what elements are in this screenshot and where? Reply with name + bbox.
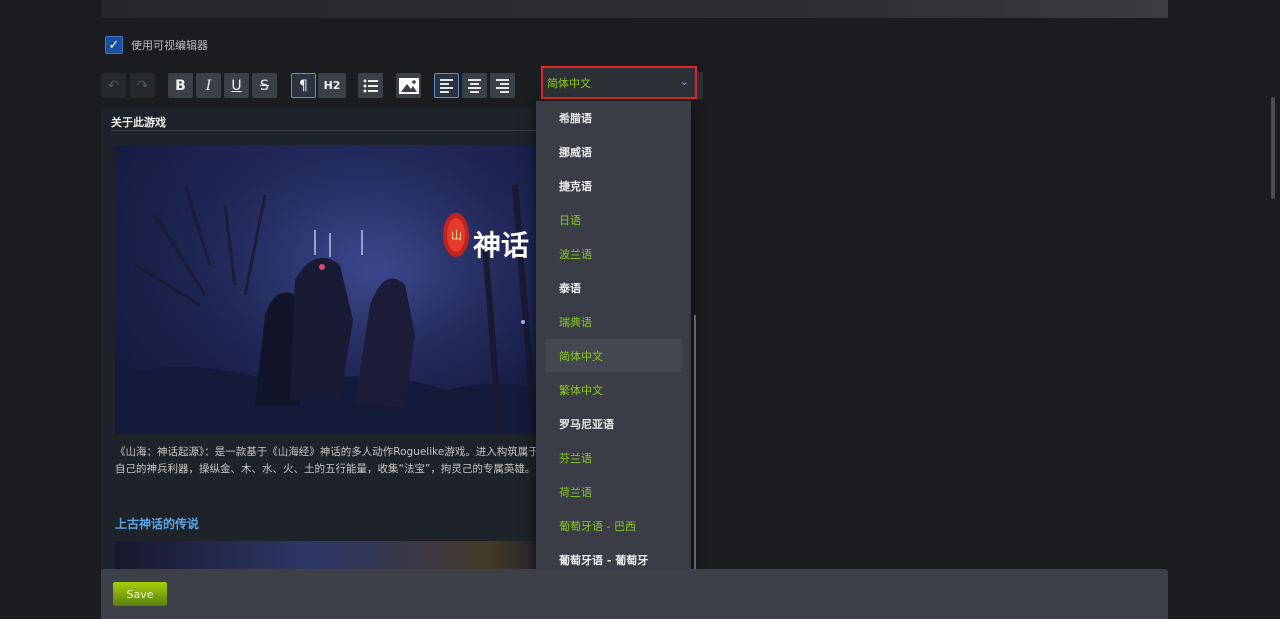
- strikethrough-button[interactable]: S: [252, 73, 277, 98]
- insert-image-button[interactable]: [396, 73, 421, 98]
- image-icon: [398, 77, 419, 94]
- hero-scene-icon: 山 神话: [115, 145, 546, 434]
- undo-button[interactable]: ↶: [101, 73, 126, 98]
- language-option[interactable]: 繁体中文: [546, 373, 682, 406]
- bottom-action-bar: Save: [101, 569, 1168, 619]
- bullet-list-button[interactable]: [358, 73, 383, 98]
- checkmark-icon: ✓: [108, 37, 120, 53]
- language-option[interactable]: 葡萄牙语 - 巴西: [546, 509, 682, 542]
- bold-button[interactable]: B: [168, 73, 193, 98]
- visual-editor-label: 使用可视编辑器: [131, 39, 208, 52]
- language-option[interactable]: 瑞典语: [546, 305, 682, 338]
- top-panel: [101, 0, 1168, 18]
- select-background: [697, 72, 703, 99]
- hero-logo-text: 神话: [473, 229, 529, 262]
- svg-text:山: 山: [451, 229, 462, 242]
- section-title: 关于此游戏: [111, 116, 166, 129]
- language-option[interactable]: 日语: [546, 203, 682, 236]
- visual-editor-option: ✓ 使用可视编辑器: [105, 36, 208, 54]
- bold-icon: B: [175, 77, 186, 94]
- align-right-icon: [496, 78, 509, 93]
- undo-icon: ↶: [107, 77, 120, 94]
- bullet-list-icon: [363, 79, 378, 92]
- page-scrollbar[interactable]: [1271, 97, 1275, 199]
- align-center-button[interactable]: [462, 73, 487, 98]
- language-option[interactable]: 泰语: [546, 271, 682, 304]
- language-option[interactable]: 简体中文: [546, 339, 682, 372]
- align-left-icon: [440, 78, 453, 93]
- game-description: 《山海：神话起源》：是一款基于《山海经》神话的多人动作Roguelike游戏。进…: [115, 446, 539, 475]
- section-subheading: 上古神话的传说: [115, 517, 200, 531]
- align-left-button[interactable]: [434, 73, 459, 98]
- align-right-button[interactable]: [490, 73, 515, 98]
- language-option[interactable]: 波兰语: [546, 237, 682, 270]
- section-divider: [111, 130, 546, 131]
- visual-editor-checkbox[interactable]: ✓: [105, 36, 123, 54]
- language-option[interactable]: 挪威语: [546, 135, 682, 168]
- heading2-button[interactable]: H2: [318, 73, 346, 98]
- redo-button[interactable]: ↷: [130, 73, 155, 98]
- language-option[interactable]: 希腊语: [546, 101, 682, 134]
- h2-label: H2: [323, 79, 341, 92]
- align-center-icon: [468, 78, 481, 93]
- paragraph-button[interactable]: ¶: [291, 73, 316, 98]
- game-hero-image: 山 神话: [115, 145, 546, 434]
- chevron-down-icon: ⌄: [679, 75, 689, 88]
- language-option[interactable]: 芬兰语: [546, 441, 682, 474]
- redo-icon: ↷: [136, 77, 149, 94]
- content-editor[interactable]: 关于此游戏 山 神话 《山海：神话起源》：是一款基于《山海经》神话的多人动作Ro…: [101, 108, 546, 578]
- underline-icon: U: [231, 77, 242, 94]
- dropdown-scrollbar[interactable]: [694, 315, 696, 589]
- strikethrough-icon: S: [260, 77, 269, 94]
- language-select[interactable]: 简体中文 ⌄: [541, 66, 697, 99]
- save-button[interactable]: Save: [113, 582, 167, 606]
- language-option[interactable]: 荷兰语: [546, 475, 682, 508]
- language-option[interactable]: 罗马尼亚语: [546, 407, 682, 440]
- italic-button[interactable]: I: [196, 73, 221, 98]
- language-dropdown-menu: 希腊语 挪威语 捷克语 日语 波兰语 泰语 瑞典语 简体中文 繁体中文 罗马尼亚语 芬兰语 荷兰语 葡萄…: [536, 101, 696, 611]
- underline-button[interactable]: U: [224, 73, 249, 98]
- language-select-value: 简体中文: [547, 76, 591, 90]
- paragraph-icon: ¶: [299, 77, 308, 94]
- language-option[interactable]: 捷克语: [546, 169, 682, 202]
- italic-icon: I: [205, 77, 212, 94]
